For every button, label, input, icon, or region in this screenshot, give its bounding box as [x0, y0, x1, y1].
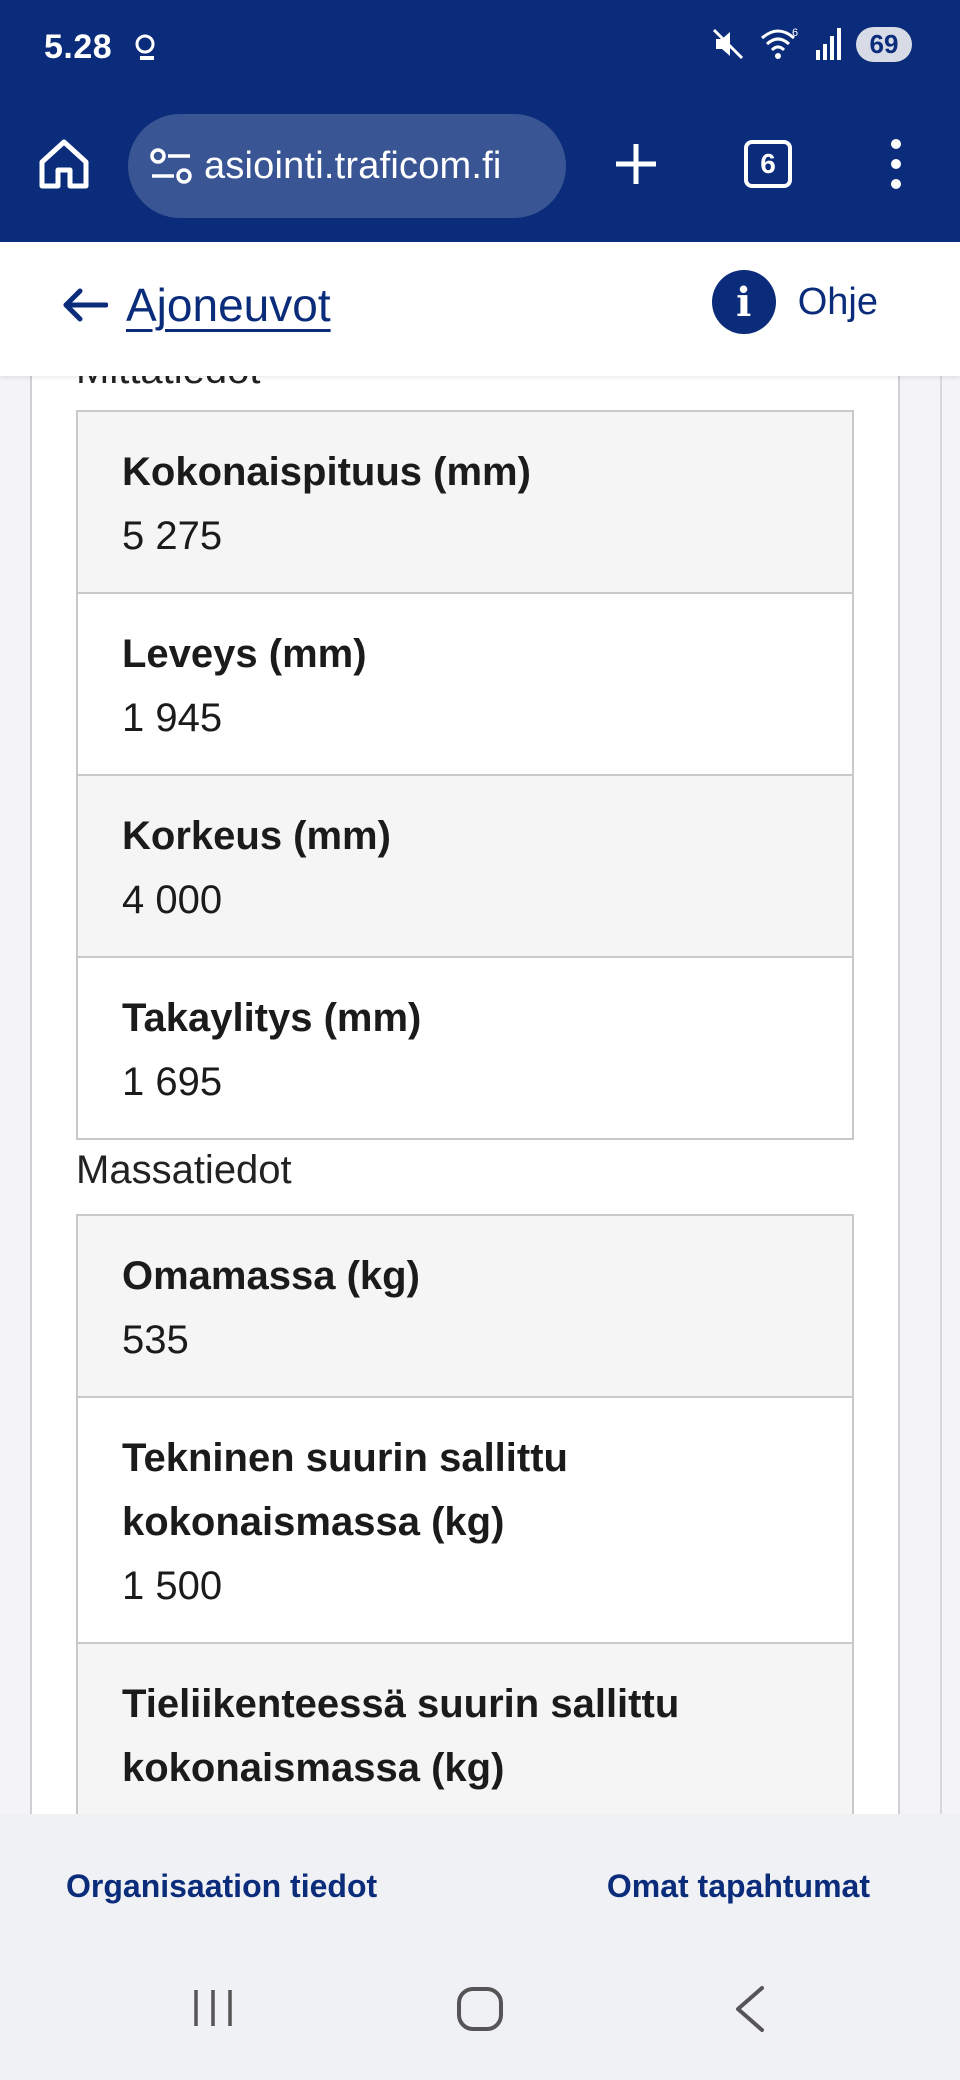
signal-icon	[816, 28, 841, 60]
row-label: Omamassa (kg)	[122, 1254, 420, 1298]
notification-icon	[135, 34, 155, 60]
battery-indicator: 69	[856, 26, 912, 62]
organisation-info-link[interactable]: Organisaation tiedot	[66, 1868, 377, 1905]
browser-chrome: 5.28 6 69 asiointi.traficom.fi 6	[0, 0, 960, 242]
more-vert-icon[interactable]	[880, 136, 912, 192]
table-row: Takaylitys (mm) 1 695	[78, 958, 852, 1138]
row-value: 535	[122, 1318, 189, 1362]
row-label: Korkeus (mm)	[122, 814, 391, 858]
table-row: Kokonaispituus (mm) 5 275	[78, 412, 852, 594]
help-link[interactable]: i Ohje	[711, 270, 878, 334]
back-link-label[interactable]: Ajoneuvot	[126, 278, 331, 332]
row-label: Tieliikenteessä suurin sallittu kokonais…	[122, 1682, 680, 1790]
status-time: 5.28	[44, 28, 113, 66]
wifi-icon: 6	[761, 27, 798, 59]
arrow-left-icon	[63, 288, 108, 322]
row-label: Tekninen suurin sallittu kokonaismassa (…	[122, 1436, 568, 1544]
mute-icon	[712, 28, 744, 60]
row-value: 5 275	[122, 514, 223, 558]
table-row: Korkeus (mm) 4 000	[78, 776, 852, 958]
footer-nav: Organisaation tiedot Omat tapahtumat	[0, 1814, 960, 1934]
main-content: Mittatiedot Kokonaispituus (mm) 5 275 Le…	[0, 376, 960, 1814]
back-link[interactable]: Ajoneuvot	[62, 278, 331, 332]
table-row: Omamassa (kg) 535	[78, 1216, 852, 1398]
row-value: 1 695	[122, 1060, 223, 1104]
section-title-mass: Massatiedot	[76, 1148, 292, 1192]
browser-toolbar: asiointi.traficom.fi 6	[0, 110, 960, 220]
home-nav-icon[interactable]	[456, 1986, 504, 2032]
status-icons: 6 69	[710, 26, 912, 62]
table-row: Tekninen suurin sallittu kokonaismassa (…	[78, 1398, 852, 1644]
section-title-dimensions: Mittatiedot	[76, 376, 261, 393]
own-events-link[interactable]: Omat tapahtumat	[607, 1868, 870, 1905]
table-row: Leveys (mm) 1 945	[78, 594, 852, 776]
mass-list: Omamassa (kg) 535 Tekninen suurin sallit…	[76, 1214, 854, 1814]
row-label: Kokonaispituus (mm)	[122, 450, 531, 494]
page-header: Ajoneuvot i Ohje	[0, 242, 960, 376]
scroll-edge	[940, 376, 942, 1814]
row-value: 1 500	[122, 1564, 223, 1608]
back-nav-icon[interactable]	[732, 1984, 768, 2034]
recents-icon[interactable]	[190, 1988, 236, 2028]
address-bar[interactable]: asiointi.traficom.fi	[128, 114, 566, 218]
plus-icon[interactable]	[608, 136, 664, 192]
info-icon: i	[711, 270, 776, 334]
tune-icon[interactable]	[148, 146, 196, 186]
row-label: Leveys (mm)	[122, 632, 367, 676]
row-value: 4 000	[122, 878, 223, 922]
row-value: 1 500	[122, 1800, 852, 1814]
url-text: asiointi.traficom.fi	[204, 144, 502, 187]
wifi-badge: 6	[792, 27, 798, 39]
help-label[interactable]: Ohje	[798, 281, 878, 324]
home-icon[interactable]	[36, 136, 92, 192]
dimensions-list: Kokonaispituus (mm) 5 275 Leveys (mm) 1 …	[76, 410, 854, 1140]
row-value: 1 945	[122, 696, 223, 740]
table-row: Tieliikenteessä suurin sallittu kokonais…	[78, 1644, 852, 1814]
tab-switcher-button[interactable]: 6	[744, 140, 792, 188]
system-nav-bar	[0, 1934, 960, 2080]
row-label: Takaylitys (mm)	[122, 996, 422, 1040]
status-bar: 5.28 6 69	[0, 0, 960, 100]
